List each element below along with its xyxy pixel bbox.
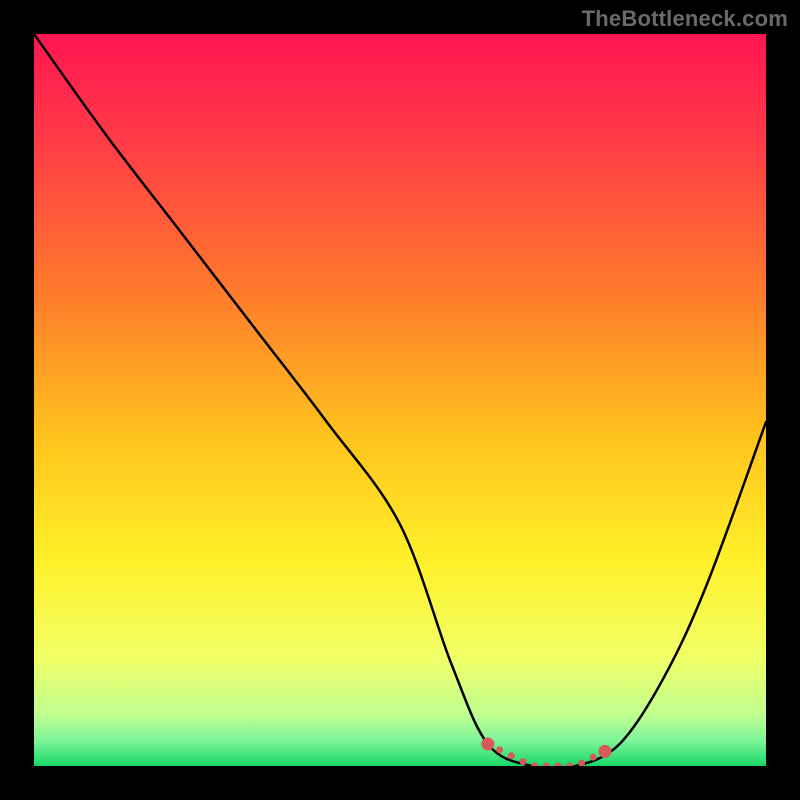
watermark-label: TheBottleneck.com: [582, 6, 788, 32]
plot-area: [34, 34, 766, 766]
chart-frame: TheBottleneck.com: [0, 0, 800, 800]
curve-line: [34, 34, 766, 766]
bottleneck-curve: [34, 34, 766, 766]
